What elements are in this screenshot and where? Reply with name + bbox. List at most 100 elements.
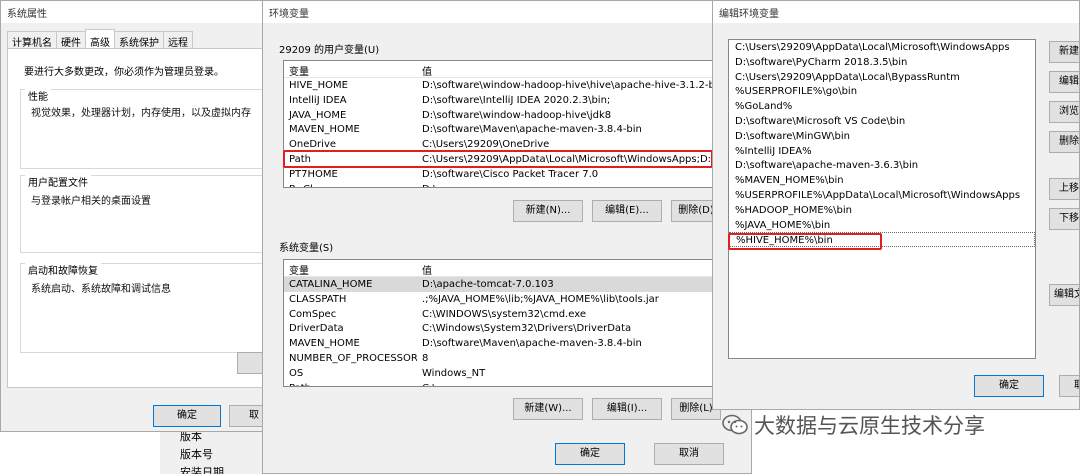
variable-name: MAVEN_HOME xyxy=(289,338,360,350)
variable-name: HIVE_HOME xyxy=(289,80,348,91)
tab-advanced[interactable]: 高级 xyxy=(85,29,115,49)
variable-value: D:\software\Maven\apache-maven-3.8.4-bin xyxy=(422,124,642,136)
variable-value: D:\software\window-hadoop-hive\jdk8 xyxy=(422,109,612,121)
group-label-user-profiles: 用户配置文件 xyxy=(25,174,91,189)
variable-value: D:\software\IntelliJ IDEA 2020.2.3\bin; xyxy=(422,94,611,106)
list-item[interactable]: %USERPROFILE%\go\bin xyxy=(729,84,1035,99)
table-row[interactable]: HIVE_HOME D:\software\window-hadoop-hive\… xyxy=(284,78,712,93)
table-row[interactable]: IntelliJ IDEA D:\software\IntelliJ IDEA 2… xyxy=(284,93,712,108)
list-item[interactable]: C:\Users\29209\AppData\Local\Microsoft\W… xyxy=(729,40,1035,55)
variable-value: C:\Windows\System32\Drivers\DriverData xyxy=(422,323,632,335)
variable-value: D:\... xyxy=(417,182,712,187)
bg-item-install-date: 安装日期 xyxy=(180,466,224,474)
variable-name: OS xyxy=(289,367,304,379)
bg-item-version-number: 版本号 xyxy=(180,448,213,461)
window-title: 系统属性 xyxy=(1,1,269,23)
list-item[interactable]: C:\Users\29209\AppData\Local\BypassRuntm xyxy=(729,70,1035,85)
ok-button[interactable]: 确定 xyxy=(974,375,1044,397)
list-item[interactable]: D:\software\Microsoft VS Code\bin xyxy=(729,114,1035,129)
user-new-button[interactable]: 新建(N)... xyxy=(513,200,583,222)
user-vars-label: 29209 的用户变量(U) xyxy=(279,45,380,56)
tab-bar: 计算机名 硬件 高级 系统保护 远程 xyxy=(7,29,193,49)
admin-note: 要进行大多数更改，你必须作为管理员登录。 xyxy=(24,67,224,78)
column-header-variable[interactable]: 变量 xyxy=(284,61,417,77)
ok-button[interactable]: 确定 xyxy=(555,443,625,465)
system-vars-label: 系统变量(S) xyxy=(279,243,334,254)
column-header-value[interactable]: 值 xyxy=(417,61,712,77)
user-edit-button[interactable]: 编辑(E)... xyxy=(592,200,662,222)
list-item[interactable]: %USERPROFILE%\AppData\Local\Microsoft\Wi… xyxy=(729,188,1035,203)
table-row[interactable]: MAVEN_HOME D:\software\Maven\apache-maven… xyxy=(284,122,712,137)
table-row[interactable]: JAVA_HOME D:\software\window-hadoop-hive\… xyxy=(284,108,712,123)
list-header: 变量 值 xyxy=(284,61,712,78)
system-new-button[interactable]: 新建(W)... xyxy=(513,398,583,420)
advanced-tab-panel: 要进行大多数更改，你必须作为管理员登录。 性能 视觉效果，处理器计划，内存使用，… xyxy=(7,48,269,388)
edit-text-button[interactable]: 编辑文 xyxy=(1049,284,1079,306)
window-title: 编辑环境变量 xyxy=(713,1,1079,23)
cancel-button[interactable]: 取消 xyxy=(654,443,724,465)
table-row[interactable]: ComSpec C:\WINDOWS\system32\cmd.exe xyxy=(284,307,712,322)
highlight-box-path xyxy=(283,150,713,168)
variable-name: PT7HOME xyxy=(289,168,338,180)
cancel-button[interactable]: 取 xyxy=(1059,375,1079,397)
list-item[interactable]: %HADOOP_HOME%\bin xyxy=(729,203,1035,218)
tab-system-protection[interactable]: 系统保护 xyxy=(114,31,164,49)
delete-button[interactable]: 删除 xyxy=(1049,131,1079,153)
variable-value: Windows_NT xyxy=(422,367,486,379)
user-vars-list[interactable]: 变量 值 HIVE_HOME D:\software\window-hadoop-… xyxy=(283,60,713,188)
list-item[interactable]: D:\software\PyCharm 2018.3.5\bin xyxy=(729,55,1035,70)
wechat-icon xyxy=(722,414,748,436)
variable-name: P...Cl... xyxy=(284,182,417,187)
table-row[interactable]: DriverData C:\Windows\System32\Drivers\Dr… xyxy=(284,321,712,336)
variable-name: JAVA_HOME xyxy=(289,109,347,121)
variable-value: D:\software\Cisco Packet Tracer 7.0 xyxy=(422,168,599,180)
environment-variables-window: 环境变量 29209 的用户变量(U) 变量 值 HIVE_HOME D:\sof… xyxy=(262,0,752,474)
list-item[interactable]: D:\software\MinGW\bin xyxy=(729,129,1035,144)
variable-name: Path xyxy=(284,381,417,386)
table-row[interactable]: CLASSPATH .;%JAVA_HOME%\lib;%JAVA_HOME%\l… xyxy=(284,292,712,307)
table-row[interactable]: NUMBER_OF_PROCESSORS 8 xyxy=(284,351,712,366)
column-header-variable[interactable]: 变量 xyxy=(284,260,417,276)
system-edit-button[interactable]: 编辑(I)... xyxy=(592,398,662,420)
table-row[interactable]: PathC:\... xyxy=(284,381,712,386)
user-profiles-text: 与登录帐户相关的桌面设置 xyxy=(31,196,151,207)
edit-environment-variable-window: 编辑环境变量 C:\Users\29209\AppData\Local\Micr… xyxy=(712,0,1080,410)
edit-button[interactable]: 编辑 xyxy=(1049,71,1079,93)
path-entries-list[interactable]: C:\Users\29209\AppData\Local\Microsoft\W… xyxy=(728,39,1036,359)
variable-value: C:\... xyxy=(417,381,712,386)
table-row[interactable]: CATALINA_HOME D:\apache-tomcat-7.0.103 xyxy=(284,277,712,292)
move-down-button[interactable]: 下移 xyxy=(1049,208,1079,230)
table-row[interactable]: MAVEN_HOME D:\software\Maven\apache-maven… xyxy=(284,336,712,351)
new-button[interactable]: 新建 xyxy=(1049,41,1079,63)
variable-name: ComSpec xyxy=(289,308,337,320)
tab-hardware[interactable]: 硬件 xyxy=(56,31,86,49)
table-row[interactable]: P...Cl...D:\... xyxy=(284,182,712,187)
watermark-text: 大数据与云原生技术分享 xyxy=(754,414,985,438)
group-label-startup-recovery: 启动和故障恢复 xyxy=(25,262,101,277)
move-up-button[interactable]: 上移 xyxy=(1049,178,1079,200)
variable-value: D:\software\Maven\apache-maven-3.8.4-bin xyxy=(422,338,642,350)
list-item[interactable]: %JAVA_HOME%\bin xyxy=(729,218,1035,233)
system-vars-list[interactable]: 变量 值 CATALINA_HOME D:\apache-tomcat-7.0.1… xyxy=(283,259,713,387)
variable-name: CLASSPATH xyxy=(289,293,347,305)
variable-value: .;%JAVA_HOME%\lib;%JAVA_HOME%\lib\tools.… xyxy=(422,293,659,305)
ok-button[interactable]: 确定 xyxy=(153,405,221,427)
group-performance: 性能 视觉效果，处理器计划，内存使用，以及虚拟内存 xyxy=(20,88,269,169)
variable-value: D:\apache-tomcat-7.0.103 xyxy=(422,279,554,290)
startup-recovery-text: 系统启动、系统故障和调试信息 xyxy=(31,284,171,295)
variable-name: CATALINA_HOME xyxy=(289,279,373,290)
list-item[interactable]: D:\software\apache-maven-3.6.3\bin xyxy=(729,158,1035,173)
list-item[interactable]: %GoLand% xyxy=(729,99,1035,114)
column-header-value[interactable]: 值 xyxy=(417,260,712,276)
table-row[interactable]: PT7HOME D:\software\Cisco Packet Tracer 7… xyxy=(284,167,712,182)
table-row[interactable]: OS Windows_NT xyxy=(284,366,712,381)
tab-remote[interactable]: 远程 xyxy=(163,31,193,49)
list-item[interactable]: %MAVEN_HOME%\bin xyxy=(729,173,1035,188)
tab-computer-name[interactable]: 计算机名 xyxy=(7,31,57,49)
system-properties-window: 系统属性 计算机名 硬件 高级 系统保护 远程 要进行大多数更改，你必须作为管理… xyxy=(0,0,270,432)
variable-name: MAVEN_HOME xyxy=(289,124,360,136)
window-title: 环境变量 xyxy=(263,1,751,23)
list-item[interactable]: %IntelliJ IDEA% xyxy=(729,144,1035,159)
list-header: 变量 值 xyxy=(284,260,712,277)
browse-button[interactable]: 浏览 xyxy=(1049,101,1079,123)
